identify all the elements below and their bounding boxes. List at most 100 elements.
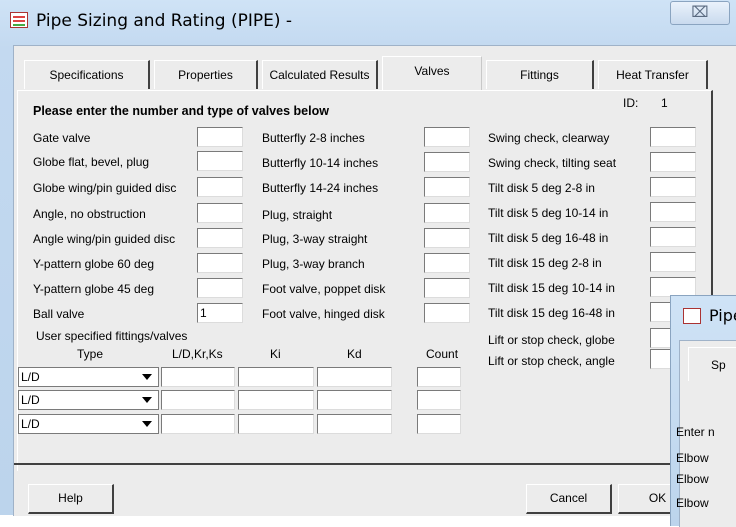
ki-input[interactable] [238, 367, 314, 387]
foot-valve-poppet-input[interactable] [424, 278, 470, 298]
valve-label: Plug, 3-way branch [262, 257, 365, 271]
tab-calculated-results[interactable]: Calculated Results [262, 60, 378, 89]
valve-label: Butterfly 10-14 inches [262, 156, 379, 170]
type-select[interactable]: L/D [18, 367, 159, 387]
tab-heat-transfer[interactable]: Heat Transfer [598, 60, 708, 89]
valve-label: Tilt disk 15 deg 16-48 in [488, 306, 615, 320]
close-button[interactable]: ⌧ [670, 1, 730, 25]
second-window-item: Elbow [676, 472, 709, 486]
ldk-header: L/D,Kr,Ks [172, 347, 223, 361]
valve-label: Angle, no obstruction [33, 207, 146, 221]
tab-valves[interactable]: Valves [382, 56, 482, 90]
ldk-input[interactable] [161, 414, 235, 434]
tab-strip: Specifications Properties Calculated Res… [14, 46, 736, 90]
valve-label: Tilt disk 15 deg 10-14 in [488, 281, 615, 295]
type-header: Type [77, 347, 104, 361]
valve-label: Tilt disk 5 deg 10-14 in [488, 206, 609, 220]
valve-label: Plug, straight [262, 208, 333, 222]
kd-input[interactable] [317, 390, 392, 410]
plug-straight-input[interactable] [424, 203, 470, 223]
chevron-down-icon [142, 421, 152, 427]
count-header: Count [426, 347, 459, 361]
tilt-5-10-14-input[interactable] [650, 202, 696, 222]
user-fittings-label: User specified fittings/valves [36, 329, 188, 343]
divider [14, 463, 736, 465]
valve-label: Swing check, clearway [488, 131, 610, 145]
butterfly-10-14-input[interactable] [424, 152, 470, 172]
tab-properties[interactable]: Properties [154, 60, 258, 89]
type-select[interactable]: L/D [18, 414, 159, 434]
gate-valve-input[interactable] [197, 127, 243, 147]
count-input[interactable] [417, 390, 461, 410]
swing-check-tilting-input[interactable] [650, 152, 696, 172]
main-window: Pipe Sizing and Rating (PIPE) - ⌧ Specif… [0, 0, 736, 527]
plug-3way-branch-input[interactable] [424, 253, 470, 273]
ki-header: Ki [270, 347, 281, 361]
tilt-5-16-48-input[interactable] [650, 227, 696, 247]
app-icon [10, 12, 28, 28]
valve-label: Foot valve, poppet disk [262, 282, 386, 296]
chevron-down-icon [142, 397, 152, 403]
type-select[interactable]: L/D [18, 390, 159, 410]
ki-input[interactable] [238, 390, 314, 410]
panel-heading: Please enter the number and type of valv… [33, 104, 329, 118]
y-pattern-60-input[interactable] [197, 253, 243, 273]
plug-3way-straight-input[interactable] [424, 228, 470, 248]
ball-valve-input[interactable]: 1 [197, 303, 243, 323]
butterfly-14-24-input[interactable] [424, 177, 470, 197]
second-window-title: Pipe [709, 306, 736, 325]
chevron-down-icon [142, 374, 152, 380]
cancel-button[interactable]: Cancel [526, 484, 612, 514]
valve-label: Tilt disk 15 deg 2-8 in [488, 256, 602, 270]
globe-wing-input[interactable] [197, 177, 243, 197]
valve-label: Angle wing/pin guided disc [33, 232, 176, 246]
title-bar[interactable]: Pipe Sizing and Rating (PIPE) - ⌧ [0, 0, 736, 44]
valve-label: Butterfly 2-8 inches [262, 131, 365, 145]
ldk-input[interactable] [161, 367, 235, 387]
window-title: Pipe Sizing and Rating (PIPE) - [36, 11, 293, 31]
tab-specifications[interactable]: Specifications [24, 60, 150, 89]
foot-valve-hinged-input[interactable] [424, 303, 470, 323]
ki-input[interactable] [238, 414, 314, 434]
dialog-body: Specifications Properties Calculated Res… [13, 45, 736, 516]
butterfly-2-8-input[interactable] [424, 127, 470, 147]
angle-no-obstruction-input[interactable] [197, 203, 243, 223]
valve-label: Butterfly 14-24 inches [262, 181, 379, 195]
second-window-item: Elbow [676, 496, 709, 510]
second-window-tab[interactable]: Sp [688, 347, 736, 381]
kd-header: Kd [347, 347, 362, 361]
help-button[interactable]: Help [28, 484, 114, 514]
close-icon: ⌧ [691, 4, 709, 21]
valve-label: Tilt disk 5 deg 16-48 in [488, 231, 609, 245]
id-label: ID: [623, 96, 639, 110]
count-input[interactable] [417, 367, 461, 387]
valve-label: Lift or stop check, globe [488, 333, 615, 347]
y-pattern-45-input[interactable] [197, 278, 243, 298]
valve-label: Globe wing/pin guided disc [33, 181, 177, 195]
tab-fittings[interactable]: Fittings [486, 60, 594, 89]
valve-label: Lift or stop check, angle [488, 354, 615, 368]
kd-input[interactable] [317, 367, 392, 387]
valve-label: Y-pattern globe 60 deg [33, 257, 154, 271]
app-icon [683, 308, 701, 324]
second-window-text: Enter n [676, 425, 715, 439]
id-value: 1 [661, 96, 668, 110]
valve-label: Ball valve [33, 307, 85, 321]
ldk-input[interactable] [161, 390, 235, 410]
second-window[interactable]: Pipe Sp Enter n Elbow Elbow Elbow [670, 295, 736, 527]
second-window-body: Sp Enter n Elbow Elbow Elbow [676, 340, 736, 527]
valve-label: Y-pattern globe 45 deg [33, 282, 154, 296]
valve-label: Plug, 3-way straight [262, 232, 368, 246]
second-window-item: Elbow [676, 451, 709, 465]
valve-label: Swing check, tilting seat [488, 156, 617, 170]
tilt-5-2-8-input[interactable] [650, 177, 696, 197]
angle-wing-input[interactable] [197, 228, 243, 248]
valve-label: Tilt disk 5 deg 2-8 in [488, 181, 595, 195]
globe-flat-input[interactable] [197, 151, 243, 171]
tilt-15-2-8-input[interactable] [650, 252, 696, 272]
kd-input[interactable] [317, 414, 392, 434]
tilt-15-10-14-input[interactable] [650, 277, 696, 297]
count-input[interactable] [417, 414, 461, 434]
swing-check-clearway-input[interactable] [650, 127, 696, 147]
valve-label: Foot valve, hinged disk [262, 307, 385, 321]
